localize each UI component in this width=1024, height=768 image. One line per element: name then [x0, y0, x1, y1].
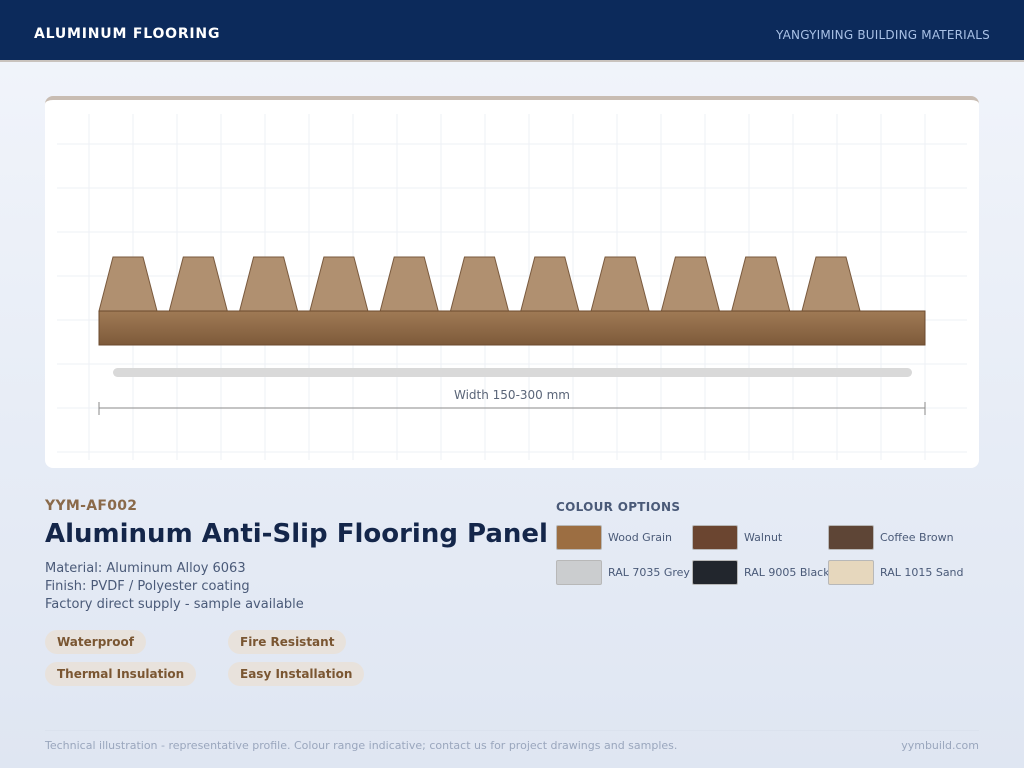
swatch-ral-9005-black[interactable]	[692, 560, 738, 585]
profile-illustration: Width 150-300 mm	[57, 114, 967, 460]
swatch-coffee-brown[interactable]	[828, 525, 874, 550]
swatch-label-walnut: Walnut	[744, 531, 783, 544]
product-name: Aluminum Anti-Slip Flooring Panel	[45, 519, 548, 549]
swatch-walnut[interactable]	[692, 525, 738, 550]
top-bar: ALUMINUM FLOORING YANGYIMING BUILDING MA…	[0, 0, 1024, 62]
spec-supply: Factory direct supply - sample available	[45, 597, 304, 612]
base-plate	[98, 310, 926, 346]
product-sku: YYM-AF002	[45, 498, 138, 514]
rib	[801, 256, 861, 312]
tag-waterproof: Waterproof	[45, 630, 146, 654]
tag-fire-resistant: Fire Resistant	[228, 630, 347, 654]
rib	[379, 256, 439, 312]
colour-options-heading: COLOUR OPTIONS	[556, 500, 681, 514]
swatch-label-ral-1015-sand: RAL 1015 Sand	[880, 566, 964, 579]
footer-note: Technical illustration - representative …	[45, 739, 678, 752]
footer-website-link[interactable]: yymbuild.com	[901, 739, 979, 752]
rib	[238, 256, 299, 312]
company-name: YANGYIMING BUILDING MATERIALS	[776, 28, 990, 42]
swatch-label-ral-9005-black: RAL 9005 Black	[744, 566, 830, 579]
swatch-label-wood-grain: Wood Grain	[608, 531, 672, 544]
page-title: ALUMINUM FLOORING	[34, 26, 221, 42]
spec-finish: Finish: PVDF / Polyester coating	[45, 579, 250, 594]
spec-material: Material: Aluminum Alloy 6063	[45, 561, 246, 576]
tag-easy-installation: Easy Installation	[228, 662, 365, 686]
rib-profile	[98, 256, 861, 312]
rib	[98, 256, 158, 312]
tag-thermal-insulation: Thermal Insulation	[45, 662, 197, 686]
footer-divider	[45, 730, 979, 731]
rib	[449, 256, 510, 312]
rib	[309, 256, 369, 312]
swatch-label-coffee-brown: Coffee Brown	[880, 531, 954, 544]
swatch-label-ral-7035-grey: RAL 7035 Grey	[608, 566, 690, 579]
swatch-wood-grain[interactable]	[556, 525, 602, 550]
dimension-label: Width 150-300 mm	[454, 388, 570, 402]
rib	[660, 256, 721, 312]
swatch-ral-7035-grey[interactable]	[556, 560, 602, 585]
swatch-ral-1015-sand[interactable]	[828, 560, 874, 585]
rib	[590, 256, 650, 312]
profile-illustration-card: Width 150-300 mm	[45, 96, 979, 468]
rib	[168, 256, 228, 312]
drop-shadow	[113, 368, 912, 377]
rib	[731, 256, 791, 312]
